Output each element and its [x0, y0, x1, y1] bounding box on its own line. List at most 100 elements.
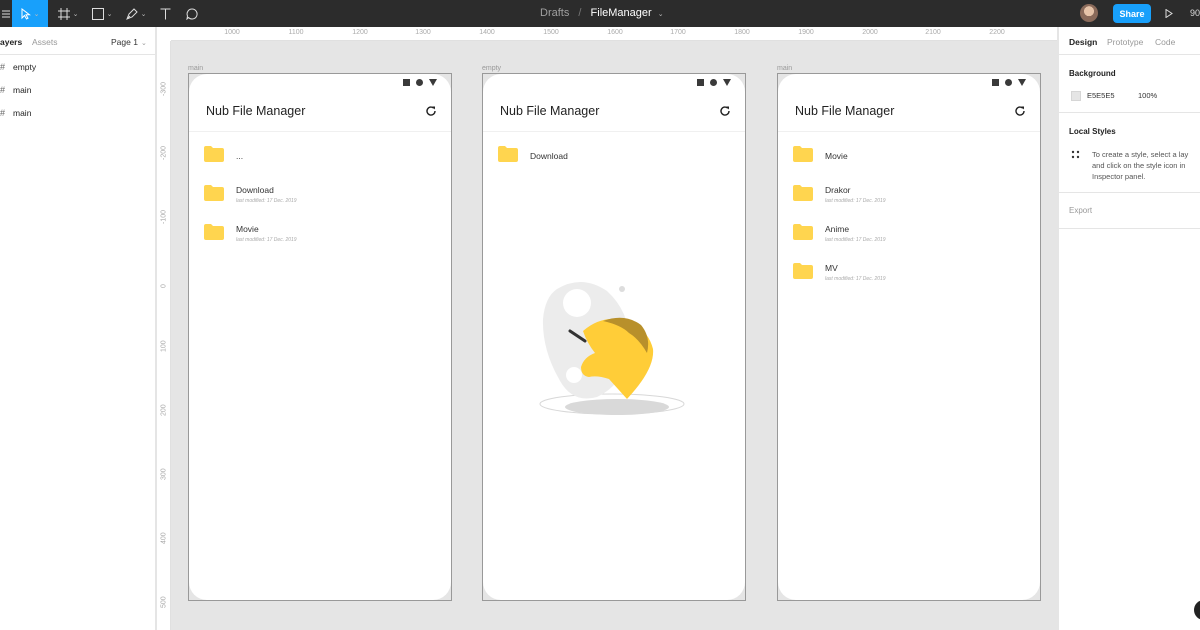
frame-label[interactable]: empty — [482, 65, 501, 72]
folder-meta: last modified: 17 Dec. 2019 — [825, 237, 886, 243]
left-panel-tabs: ayers Assets Page 1 ⌄ — [0, 27, 155, 55]
cursor-icon — [21, 7, 31, 20]
app-bar: Nub File Manager — [189, 74, 451, 132]
document-name[interactable]: FileManager — [591, 7, 652, 19]
tab-design[interactable]: Design — [1069, 37, 1097, 47]
frame-tool-button[interactable]: ⌄ — [52, 0, 84, 27]
styles-grid-icon[interactable] — [1071, 150, 1081, 160]
list-item[interactable]: Drakor last modified: 17 Dec. 2019 — [778, 182, 1040, 216]
list-item[interactable]: Movie — [778, 143, 1040, 177]
design-canvas[interactable]: 1000 1100 1200 1300 1400 1500 1600 1700 … — [157, 27, 1057, 630]
comment-tool-button[interactable] — [180, 0, 204, 27]
tab-layers[interactable]: ayers — [0, 37, 22, 47]
export-label[interactable]: Export — [1069, 206, 1092, 215]
background-heading: Background — [1069, 69, 1116, 78]
ruler-tick-label: 400 — [160, 532, 168, 544]
ruler-tick-label: 2100 — [925, 29, 941, 36]
ruler-tick-label: 1700 — [670, 29, 686, 36]
share-button[interactable]: Share — [1113, 4, 1151, 23]
list-item[interactable]: Movie last modified: 17 Dec. 2019 — [189, 221, 451, 255]
refresh-icon[interactable] — [1014, 105, 1026, 117]
layer-row[interactable]: # main — [0, 80, 155, 100]
chevron-down-icon: ⌄ — [140, 10, 147, 18]
folder-name: Download — [530, 151, 568, 161]
frame-label[interactable]: main — [188, 65, 203, 72]
main-menu-button[interactable] — [0, 0, 12, 27]
document-title: Drafts / FileManager ⌄ — [540, 0, 664, 27]
phone-screen[interactable]: Nub File Manager Movie Drakor last modif… — [778, 74, 1040, 600]
ruler-tick-label: 1800 — [734, 29, 750, 36]
ruler-tick-label: 500 — [160, 596, 168, 608]
background-hex-input[interactable]: E5E5E5 — [1087, 91, 1115, 100]
tab-code[interactable]: Code — [1155, 37, 1175, 47]
refresh-icon[interactable] — [425, 105, 437, 117]
move-tool-button[interactable]: ⌄ — [12, 0, 48, 27]
folder-icon — [204, 185, 224, 201]
background-opacity-input[interactable]: 100% — [1138, 91, 1157, 100]
frame-label[interactable]: main — [777, 65, 792, 72]
layer-row[interactable]: # empty — [0, 57, 155, 77]
text-icon — [160, 8, 170, 19]
ruler-tick-label: -300 — [160, 81, 168, 96]
ruler-tick-label: 1900 — [798, 29, 814, 36]
ruler-tick-label: 1500 — [543, 29, 559, 36]
ruler-tick-label: 0 — [160, 284, 168, 288]
help-line: and click on the style icon in — [1092, 161, 1186, 170]
folder-icon — [204, 146, 224, 162]
layer-row[interactable]: # main — [0, 103, 155, 123]
folder-icon — [793, 224, 813, 240]
ruler-tick-label: 2000 — [862, 29, 878, 36]
pen-tool-button[interactable]: ⌄ — [120, 0, 152, 27]
folder-name: Movie — [825, 151, 848, 161]
ruler-corner — [157, 27, 171, 41]
ruler-tick-label: -100 — [160, 209, 168, 224]
ruler-tick-label: 1000 — [224, 29, 240, 36]
chevron-down-icon: ⌄ — [140, 40, 147, 47]
folder-icon — [793, 263, 813, 279]
refresh-icon[interactable] — [719, 105, 731, 117]
list-item[interactable]: Download last modified: 17 Dec. 2019 — [189, 182, 451, 216]
frame-icon: # — [0, 85, 6, 95]
list-item[interactable]: MV last modified: 17 Dec. 2019 — [778, 260, 1040, 294]
ruler-tick-label: 1600 — [607, 29, 623, 36]
folder-icon — [793, 146, 813, 162]
app-bar: Nub File Manager — [778, 74, 1040, 132]
app-bar: Nub File Manager — [483, 74, 745, 132]
zoom-level[interactable]: 90 — [1190, 0, 1200, 27]
present-button[interactable] — [1162, 0, 1176, 27]
folder-name: Movie — [236, 224, 259, 234]
help-line: To create a style, select a lay — [1092, 150, 1189, 159]
list-item[interactable]: Anime last modified: 17 Dec. 2019 — [778, 221, 1040, 255]
folder-icon — [498, 146, 518, 162]
chevron-down-icon[interactable]: ⌄ — [658, 11, 664, 18]
play-icon — [1165, 9, 1173, 18]
folder-name: Drakor — [825, 185, 851, 195]
page-label: Page 1 — [111, 37, 138, 47]
rectangle-icon — [91, 7, 104, 20]
page-selector[interactable]: Page 1 ⌄ — [111, 37, 147, 47]
unicorn-illustration — [539, 281, 685, 415]
top-toolbar: ⌄ ⌄ ⌄ ⌄ Drafts / FileManager ⌄ Share 90 — [0, 0, 1200, 27]
ruler-tick-label: -200 — [160, 145, 168, 160]
ruler-tick-label: 200 — [160, 404, 168, 416]
folder-name: Download — [236, 185, 274, 195]
ruler-tick-label: 1100 — [288, 29, 304, 36]
app-title: Nub File Manager — [206, 104, 306, 118]
list-item[interactable]: Download — [483, 143, 745, 177]
folder-name: Anime — [825, 224, 850, 234]
local-styles-help-text: To create a style, select a lay and clic… — [1092, 149, 1200, 182]
ruler-tick-label: 100 — [160, 340, 168, 352]
shape-tool-button[interactable]: ⌄ — [86, 0, 118, 27]
folder-meta: last modified: 17 Dec. 2019 — [825, 198, 886, 204]
tab-prototype[interactable]: Prototype — [1107, 37, 1143, 47]
folder-meta: last modified: 17 Dec. 2019 — [236, 237, 297, 243]
tab-assets[interactable]: Assets — [32, 37, 58, 47]
text-tool-button[interactable] — [154, 0, 176, 27]
avatar[interactable] — [1080, 4, 1098, 22]
ruler-tick-label: 300 — [160, 468, 168, 480]
phone-screen[interactable]: Nub File Manager Download — [483, 74, 745, 600]
drafts-link[interactable]: Drafts — [540, 7, 569, 19]
phone-screen[interactable]: Nub File Manager ... Download last modif… — [189, 74, 451, 600]
list-item[interactable]: ... — [189, 143, 451, 177]
background-color-swatch[interactable] — [1071, 91, 1081, 101]
